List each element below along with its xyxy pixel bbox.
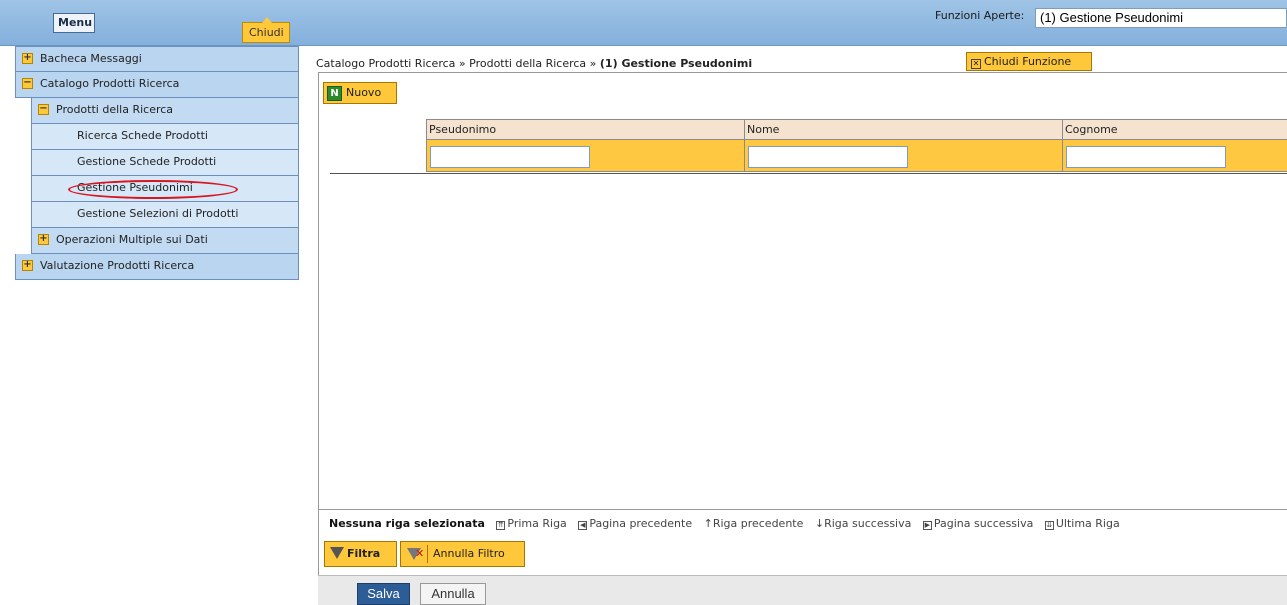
previous-row-link[interactable]: ↑Riga precedente: [704, 517, 804, 530]
breadcrumb-current: (1) Gestione Pseudonimi: [599, 57, 753, 70]
arrow-up-icon: ↑: [703, 517, 713, 530]
menu-item-label: Operazioni Multiple sui Dati: [56, 233, 208, 246]
highlight-circle: [68, 180, 238, 199]
next-row-link[interactable]: ↓Riga successiva: [815, 517, 911, 530]
previous-page-label: Pagina precedente: [589, 517, 693, 530]
record-navigation: Nessuna riga selezionata ⇈ Prima Riga ◀ Pa…: [329, 517, 1128, 530]
menu-item-label: Gestione Schede Prodotti: [77, 155, 217, 168]
divider: [318, 72, 1287, 73]
open-functions-label: Funzioni Aperte:: [935, 9, 1025, 22]
expand-icon[interactable]: +: [22, 53, 33, 64]
new-button-label: Nuovo: [346, 86, 382, 99]
next-page-icon: ▶: [922, 521, 932, 530]
breadcrumb-prodotti[interactable]: Prodotti della Ricerca: [469, 57, 586, 70]
menu-item-label: Gestione Selezioni di Prodotti: [77, 207, 239, 220]
filter-pseudonimo-input[interactable]: [430, 146, 590, 168]
column-header-pseudonimo[interactable]: Pseudonimo: [426, 120, 744, 139]
previous-page-icon: ◀: [578, 521, 588, 530]
filter-cognome-input[interactable]: [1066, 146, 1226, 168]
menu-item-gestione-schede-prodotti[interactable]: Gestione Schede Prodotti: [31, 150, 299, 176]
close-icon: ✕: [971, 59, 981, 69]
expand-icon[interactable]: +: [38, 234, 49, 245]
menu-item-label: Bacheca Messaggi: [40, 52, 142, 65]
filter-cell: [1062, 140, 1287, 171]
divider: [330, 173, 1287, 174]
column-header-nome[interactable]: Nome: [744, 120, 1062, 139]
new-icon: N: [327, 86, 342, 101]
clear-filter-button[interactable]: Annulla Filtro: [400, 541, 525, 567]
filter-cell: [744, 140, 1062, 171]
next-page-link[interactable]: ▶ Pagina successiva: [922, 517, 1034, 530]
grid-header: Pseudonimo Nome Cognome: [426, 119, 1287, 140]
left-menu: + Bacheca Messaggi − Catalogo Prodotti R…: [15, 46, 299, 280]
previous-page-link[interactable]: ◀ Pagina precedente: [578, 517, 692, 530]
collapse-icon[interactable]: −: [38, 104, 49, 115]
first-row-link[interactable]: ⇈ Prima Riga: [496, 517, 567, 530]
menu-item-label: Ricerca Schede Prodotti: [77, 129, 208, 142]
next-row-label: Riga successiva: [824, 517, 912, 530]
first-row-label: Prima Riga: [507, 517, 567, 530]
breadcrumb: Catalogo Prodotti Ricerca » Prodotti del…: [316, 57, 752, 70]
close-function-button[interactable]: ✕ Chiudi Funzione: [966, 52, 1092, 71]
cancel-button[interactable]: Annulla: [420, 583, 486, 605]
filter-button[interactable]: Filtra: [324, 541, 397, 567]
close-menu-button[interactable]: Chiudi: [242, 17, 290, 43]
last-row-label: Ultima Riga: [1055, 517, 1120, 530]
next-page-label: Pagina successiva: [933, 517, 1034, 530]
menu-item-label: Prodotti della Ricerca: [56, 103, 174, 116]
menu-item-gestione-pseudonimi[interactable]: Gestione Pseudonimi: [31, 176, 299, 202]
previous-row-label: Riga precedente: [712, 517, 804, 530]
clear-filter-icon: [406, 542, 428, 566]
divider: [318, 72, 319, 605]
top-bar: Menu Chiudi Funzioni Aperte: (1) Gestion…: [0, 0, 1287, 46]
menu-item-operazioni-multiple[interactable]: + Operazioni Multiple sui Dati: [31, 228, 299, 254]
column-header-cognome[interactable]: Cognome: [1062, 120, 1287, 139]
arrow-down-icon: ↓: [814, 517, 825, 530]
menu-item-gestione-selezioni-di-prodotti[interactable]: Gestione Selezioni di Prodotti: [31, 202, 299, 228]
first-row-icon: ⇈: [496, 521, 506, 530]
close-function-label: Chiudi Funzione: [984, 55, 1072, 68]
menu-button[interactable]: Menu: [53, 13, 95, 33]
new-button[interactable]: N Nuovo: [323, 82, 397, 104]
menu-item-catalogo-prodotti-ricerca[interactable]: − Catalogo Prodotti Ricerca: [15, 72, 299, 98]
last-row-link[interactable]: ⇊ Ultima Riga: [1044, 517, 1120, 530]
breadcrumb-separator: »: [589, 57, 597, 70]
clear-filter-label: Annulla Filtro: [433, 547, 505, 560]
last-row-icon: ⇊: [1044, 521, 1054, 530]
grid-filter-row: [426, 140, 1287, 172]
open-functions-select[interactable]: (1) Gestione Pseudonimi: [1035, 8, 1287, 28]
menu-item-label: Catalogo Prodotti Ricerca: [40, 77, 180, 90]
menu-item-label: Valutazione Prodotti Ricerca: [40, 259, 195, 272]
save-button[interactable]: Salva: [357, 583, 410, 605]
menu-item-bacheca-messaggi[interactable]: + Bacheca Messaggi: [15, 46, 299, 72]
filter-icon: [330, 547, 344, 559]
data-grid: Pseudonimo Nome Cognome: [426, 119, 1287, 172]
menu-item-valutazione-prodotti-ricerca[interactable]: + Valutazione Prodotti Ricerca: [15, 254, 299, 280]
menu-item-prodotti-della-ricerca[interactable]: − Prodotti della Ricerca: [31, 98, 299, 124]
selection-status: Nessuna riga selezionata: [329, 517, 485, 530]
breadcrumb-separator: »: [458, 57, 466, 70]
expand-icon[interactable]: +: [22, 260, 33, 271]
collapse-icon[interactable]: −: [22, 78, 33, 89]
filter-nome-input[interactable]: [748, 146, 908, 168]
divider: [318, 509, 1287, 510]
menu-item-ricerca-schede-prodotti[interactable]: Ricerca Schede Prodotti: [31, 124, 299, 150]
filter-button-label: Filtra: [347, 547, 381, 560]
breadcrumb-catalogo[interactable]: Catalogo Prodotti Ricerca: [316, 57, 455, 70]
filter-cell: [426, 140, 744, 171]
